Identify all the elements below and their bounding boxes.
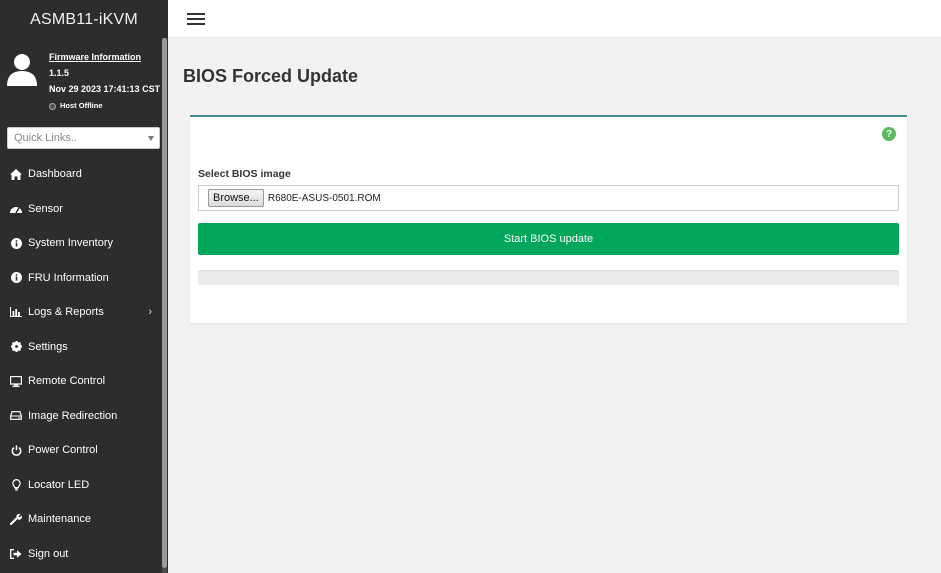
sidebar-item-label: Power Control: [28, 444, 98, 457]
sidebar-item-system-inventory[interactable]: System Inventory: [0, 226, 162, 261]
host-status-label: Host Offline: [60, 101, 103, 110]
sidebar-item-logs-reports[interactable]: Logs & Reports ›: [0, 295, 162, 330]
gauge-icon: [10, 203, 22, 215]
sidebar-item-image-redirection[interactable]: Image Redirection: [0, 399, 162, 434]
bios-update-card: ? Select BIOS image Browse... R680E-ASUS…: [190, 115, 907, 323]
sidebar-item-fru-information[interactable]: FRU Information: [0, 261, 162, 296]
sidebar-item-power-control[interactable]: Power Control: [0, 433, 162, 468]
firmware-version: 1.1.5: [49, 68, 70, 78]
chevron-right-icon: ›: [148, 306, 152, 318]
gear-icon: [10, 341, 22, 353]
sidebar-item-label: Maintenance: [28, 513, 91, 526]
sidebar-item-label: Sign out: [28, 547, 69, 560]
sidebar-item-label: Image Redirection: [28, 409, 118, 422]
info-icon: [10, 237, 22, 249]
page-title: BIOS Forced Update: [183, 66, 359, 86]
browse-button[interactable]: Browse...: [208, 189, 264, 207]
bar-chart-icon: [10, 306, 22, 318]
select-bios-image-label: Select BIOS image: [198, 168, 291, 180]
sidebar-item-sensor[interactable]: Sensor: [0, 192, 162, 227]
drive-icon: [10, 410, 22, 422]
sidebar-item-dashboard[interactable]: Dashboard: [0, 157, 162, 192]
sidebar-scrollbar-thumb[interactable]: [162, 38, 167, 568]
wrench-icon: [10, 513, 22, 526]
sidebar-item-label: System Inventory: [28, 237, 113, 250]
sidebar-item-label: Locator LED: [28, 478, 90, 491]
menu-toggle-icon[interactable]: [187, 13, 205, 25]
power-icon: [10, 444, 22, 456]
sidebar-item-label: Remote Control: [28, 375, 106, 388]
sidebar-item-label: FRU Information: [28, 271, 109, 284]
update-progress-bar: [198, 270, 899, 285]
monitor-icon: [10, 375, 22, 387]
home-icon: [10, 168, 22, 180]
sidebar-item-settings[interactable]: Settings: [0, 330, 162, 365]
sidebar-item-locator-led[interactable]: Locator LED: [0, 468, 162, 503]
host-status-dot-icon: [49, 102, 56, 110]
system-datetime: Nov 29 2023 17:41:13 CST: [49, 84, 161, 94]
app-title: ASMB11-iKVM: [30, 11, 138, 28]
help-icon[interactable]: ?: [882, 127, 896, 141]
quick-links-placeholder: Quick Links..: [14, 132, 77, 144]
sidebar-item-label: Settings: [28, 340, 68, 353]
sidebar-item-label: Logs & Reports: [28, 306, 104, 319]
sign-out-icon: [10, 548, 22, 560]
firmware-information-link[interactable]: Firmware Information: [49, 49, 160, 65]
info-icon: [10, 272, 22, 284]
user-panel: Firmware Information 1.1.5 Nov 29 2023 1…: [0, 40, 168, 118]
user-avatar-icon: [7, 54, 37, 86]
sidebar-item-label: Dashboard: [28, 168, 82, 181]
sidebar-item-maintenance[interactable]: Maintenance: [0, 502, 162, 537]
start-bios-update-button[interactable]: Start BIOS update: [198, 223, 899, 255]
top-header: [168, 0, 941, 38]
chevron-down-icon: [148, 136, 154, 141]
sidebar-item-remote-control[interactable]: Remote Control: [0, 364, 162, 399]
sidebar-item-label: Sensor: [28, 202, 63, 215]
firmware-info: Firmware Information 1.1.5 Nov 29 2023 1…: [49, 49, 160, 114]
selected-file-name: R680E-ASUS-0501.ROM: [267, 192, 381, 204]
lightbulb-icon: [10, 478, 22, 491]
sidebar-nav: Dashboard Sensor System Inventory FRU In…: [0, 157, 162, 571]
sidebar: ASMB11-iKVM Firmware Information 1.1.5 N…: [0, 0, 168, 573]
quick-links-select[interactable]: Quick Links..: [7, 127, 160, 149]
bios-file-input[interactable]: Browse... R680E-ASUS-0501.ROM: [198, 185, 899, 211]
host-status: Host Offline: [49, 98, 160, 114]
sidebar-item-sign-out[interactable]: Sign out: [0, 537, 162, 572]
